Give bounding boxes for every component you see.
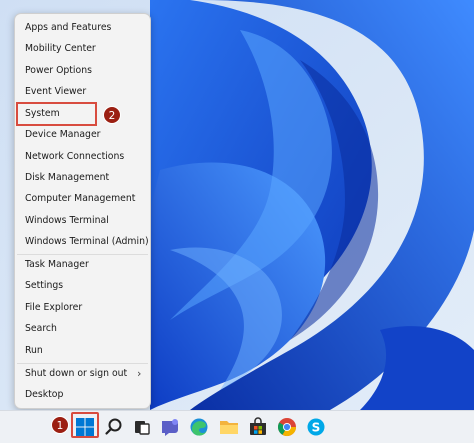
menu-item-power-options[interactable]: Power Options (25, 62, 92, 80)
chat-icon[interactable] (159, 416, 181, 438)
menu-item-event-viewer[interactable]: Event Viewer (25, 83, 86, 101)
menu-item-task-manager[interactable]: Task Manager (25, 256, 89, 274)
svg-text:S: S (312, 421, 321, 435)
chrome-icon[interactable] (276, 416, 298, 438)
menu-separator (17, 254, 148, 255)
menu-item-mobility-center[interactable]: Mobility Center (25, 40, 96, 58)
step-1-badge: 1 (51, 416, 69, 434)
search-icon[interactable] (103, 416, 125, 438)
menu-item-device-manager[interactable]: Device Manager (25, 126, 101, 144)
edge-icon[interactable] (188, 416, 210, 438)
menu-item-settings[interactable]: Settings (25, 277, 63, 295)
menu-item-shut-down-or-sign-out[interactable]: Shut down or sign out (25, 365, 127, 383)
skype-icon[interactable]: S (305, 416, 327, 438)
menu-item-computer-management[interactable]: Computer Management (25, 190, 135, 208)
menu-item-windows-terminal-admin[interactable]: Windows Terminal (Admin) (25, 233, 149, 251)
menu-item-network-connections[interactable]: Network Connections (25, 148, 124, 166)
system-highlight-box (16, 102, 97, 126)
store-icon[interactable] (247, 416, 269, 438)
menu-item-run[interactable]: Run (25, 342, 43, 360)
menu-item-apps-and-features[interactable]: Apps and Features (25, 19, 111, 37)
menu-item-desktop[interactable]: Desktop (25, 386, 63, 404)
step-2-badge: 2 (103, 106, 121, 124)
menu-item-windows-terminal[interactable]: Windows Terminal (25, 212, 109, 230)
winx-context-menu: Apps and Features Mobility Center Power … (14, 13, 151, 409)
menu-item-search[interactable]: Search (25, 320, 57, 338)
menu-separator (17, 363, 148, 364)
menu-item-file-explorer[interactable]: File Explorer (25, 299, 82, 317)
menu-item-disk-management[interactable]: Disk Management (25, 169, 109, 187)
task-view-icon[interactable] (131, 416, 153, 438)
start-button-highlight-box (71, 412, 99, 438)
file-explorer-icon[interactable] (218, 416, 240, 438)
chevron-right-icon: › (137, 367, 142, 380)
